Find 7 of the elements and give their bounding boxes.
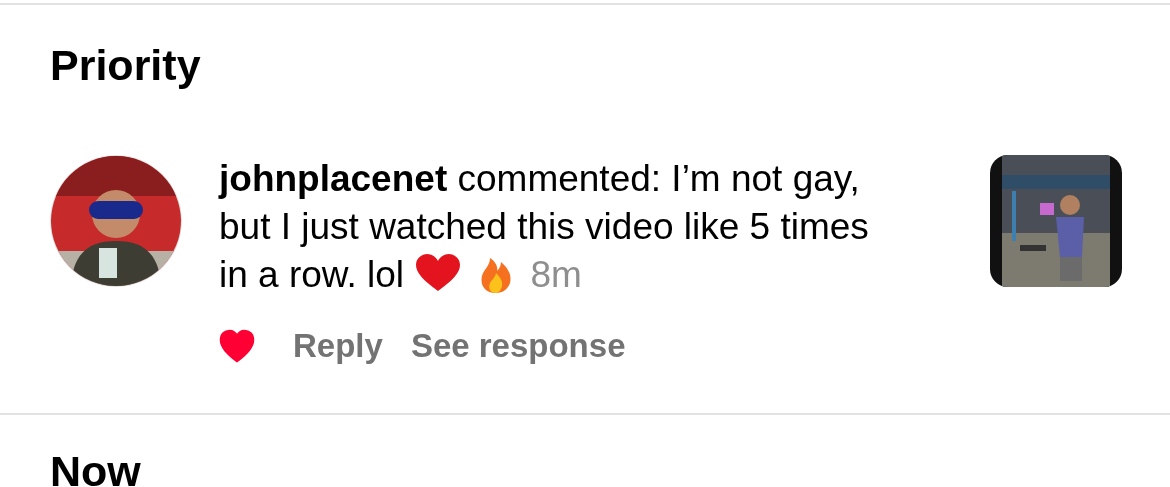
section-heading: Priority bbox=[49, 40, 201, 91]
action-link[interactable]: Reply bbox=[293, 327, 383, 365]
notification-text: johnplacenet commented: I’m not gay, but I just watched this video like 5 times in a row. lol 8m bbox=[219, 157, 870, 297]
section-heading: Now bbox=[49, 446, 141, 487]
heart-icon bbox=[414, 253, 463, 293]
heart-icon[interactable] bbox=[219, 329, 255, 363]
action-link[interactable]: See response bbox=[410, 327, 626, 365]
